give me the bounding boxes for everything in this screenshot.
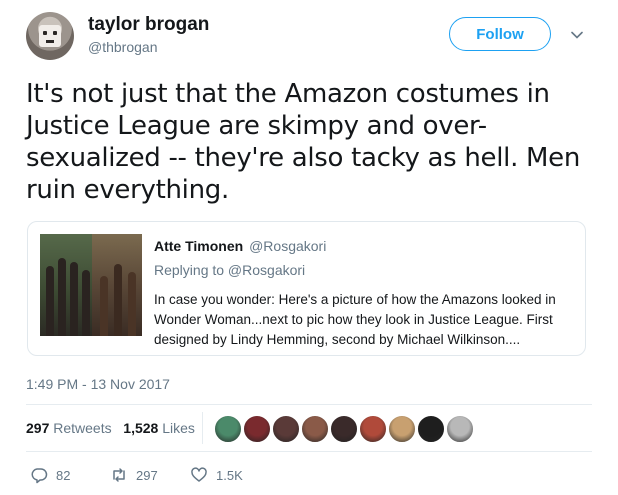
likes-count[interactable]: 1,528	[123, 420, 158, 436]
author-name[interactable]: taylor brogan	[88, 14, 209, 36]
liker-avatar[interactable]	[213, 414, 243, 444]
retweets-count[interactable]: 297	[26, 420, 49, 436]
liker-avatar[interactable]	[416, 414, 446, 444]
liker-avatar[interactable]	[445, 414, 475, 444]
retweet-count: 297	[136, 467, 158, 483]
follow-button[interactable]: Follow	[449, 17, 551, 51]
divider	[26, 404, 592, 405]
liker-avatar[interactable]	[387, 414, 417, 444]
retweets-label[interactable]: Retweets	[53, 420, 111, 436]
divider	[26, 451, 592, 452]
avatar-face	[39, 25, 61, 47]
retweet-action[interactable]: 297	[110, 466, 158, 484]
engagement-stats: 297 Retweets 1,528 Likes	[26, 420, 195, 436]
avatar-mouth	[46, 40, 54, 43]
heart-icon	[191, 467, 207, 482]
quoted-tweet-image[interactable]	[40, 234, 142, 336]
quoted-author-handle: @Rosgakori	[249, 238, 327, 254]
quoted-text: In case you wonder: Here's a picture of …	[154, 292, 556, 347]
chevron-down-icon[interactable]	[571, 29, 583, 41]
tweet-text: It's not just that the Amazon costumes i…	[26, 79, 581, 205]
quoted-author-name: Atte Timonen	[154, 238, 244, 254]
reply-icon	[31, 468, 48, 484]
reply-count: 82	[56, 467, 71, 483]
tweet-timestamp[interactable]: 1:49 PM - 13 Nov 2017	[26, 376, 170, 392]
liker-avatar[interactable]	[329, 414, 359, 444]
retweet-icon	[113, 468, 125, 482]
like-count: 1.5K	[216, 467, 243, 483]
liker-avatar[interactable]	[300, 414, 330, 444]
quoted-tweet[interactable]: Atte Timonen @Rosgakori Replying to @Ros…	[27, 221, 586, 356]
liker-avatar[interactable]	[358, 414, 388, 444]
stats-separator	[202, 412, 203, 444]
like-action[interactable]: 1.5K	[190, 466, 243, 484]
reply-action[interactable]: 82	[30, 466, 70, 484]
liker-avatar[interactable]	[271, 414, 301, 444]
quoted-replying-to: Replying to @Rosgakori	[154, 262, 306, 278]
likes-label[interactable]: Likes	[162, 420, 195, 436]
quoted-author[interactable]: Atte Timonen @Rosgakori	[154, 238, 326, 254]
author-handle[interactable]: @thbrogan	[88, 39, 157, 55]
liker-avatar[interactable]	[242, 414, 272, 444]
author-avatar[interactable]	[26, 12, 74, 60]
